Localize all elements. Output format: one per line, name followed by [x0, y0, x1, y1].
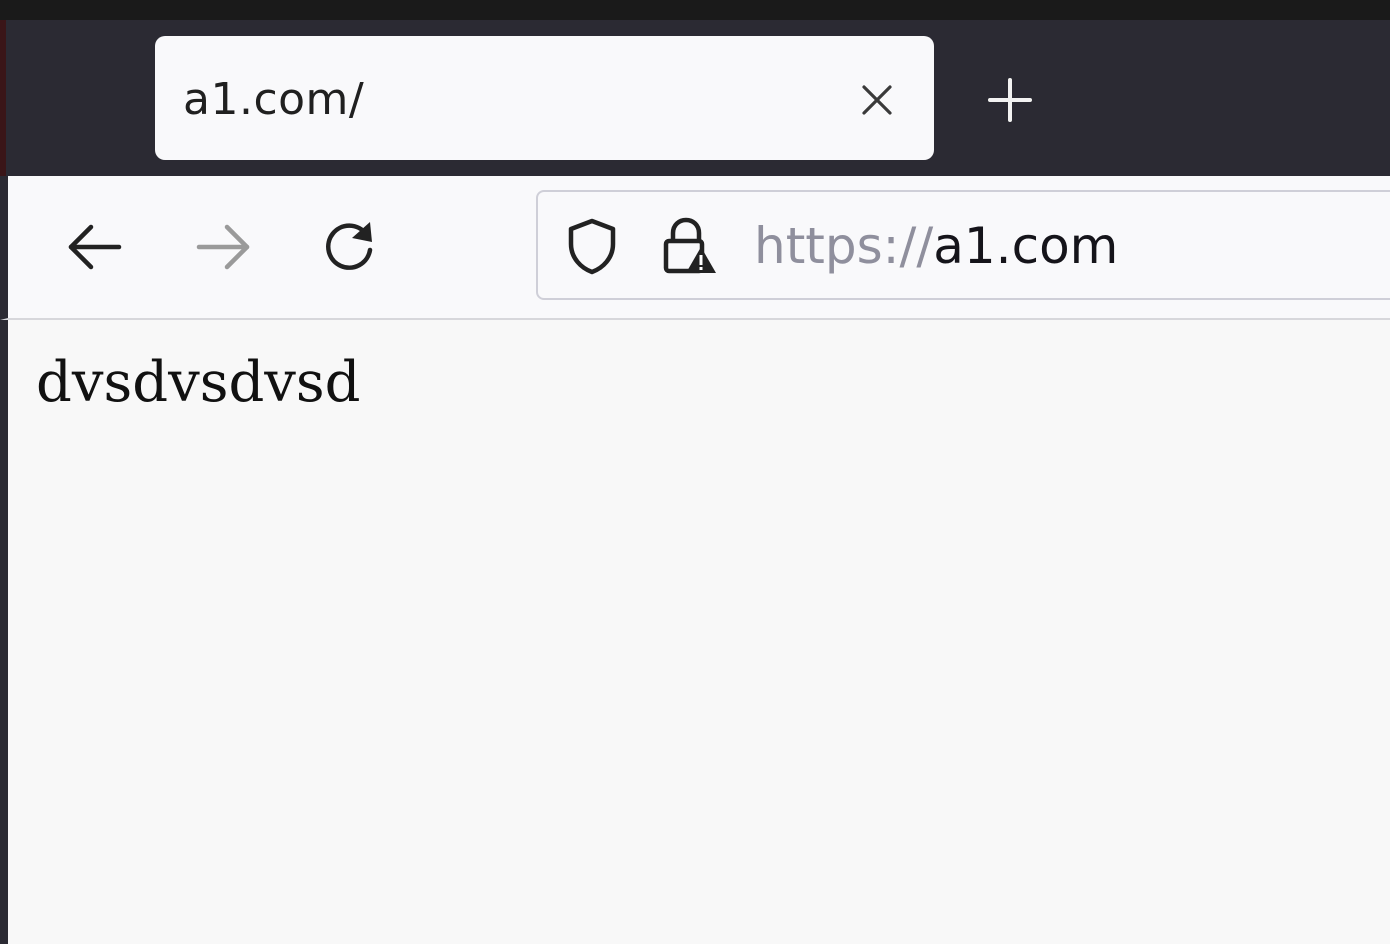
reload-button[interactable] — [314, 214, 384, 284]
reload-icon — [320, 218, 378, 280]
new-tab-button[interactable] — [982, 74, 1038, 130]
lock-warning-icon[interactable] — [658, 216, 718, 276]
url-host: a1.com — [933, 217, 1119, 275]
arrow-left-icon — [67, 224, 123, 274]
url-text[interactable]: https://a1.com — [754, 214, 1118, 278]
tab-active[interactable]: a1.com/ — [155, 36, 934, 160]
page-content: dvsdvsdvsd — [8, 320, 1390, 944]
browser-window: a1.com/ https://a1.com dvsdvsdvsd — [0, 0, 1390, 944]
back-button[interactable] — [60, 214, 130, 284]
navigation-toolbar: https://a1.com — [0, 176, 1390, 320]
arrow-right-icon — [195, 224, 251, 274]
forward-button[interactable] — [188, 214, 258, 284]
shield-icon[interactable] — [562, 216, 622, 276]
window-titlebar — [0, 0, 1390, 22]
url-scheme: https:// — [754, 217, 934, 275]
url-bar[interactable]: https://a1.com — [536, 190, 1390, 300]
plus-icon — [987, 77, 1033, 127]
tab-title: a1.com/ — [183, 74, 365, 125]
close-icon[interactable] — [853, 76, 901, 124]
page-body-text: dvsdvsdvsd — [36, 350, 361, 415]
